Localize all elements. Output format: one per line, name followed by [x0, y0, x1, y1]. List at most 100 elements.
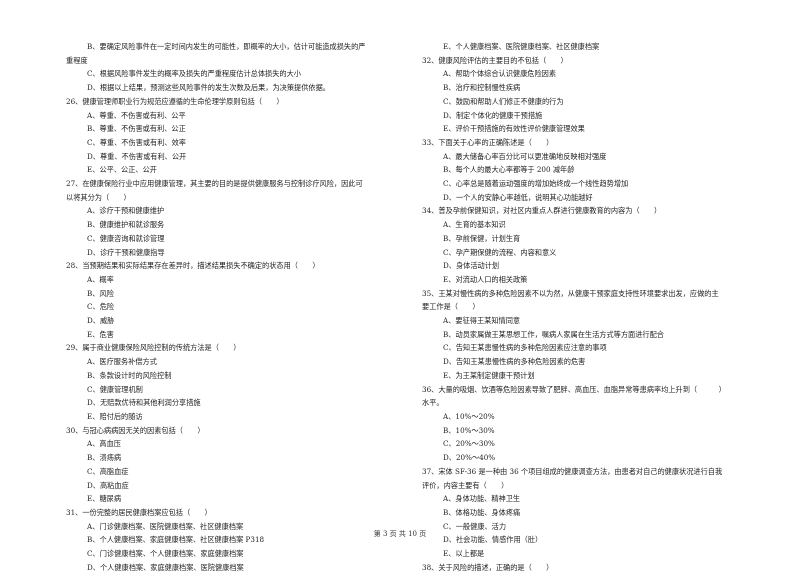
question-text-wrap: 以将其分为（ ）	[66, 192, 131, 202]
option-text: 身体功能、精神卫生	[455, 494, 521, 504]
option-text: 尊重、不伤害或有利、公平	[99, 110, 186, 120]
question-text: 属于商业健康保险风险控制的传统方法是（ ）	[82, 343, 241, 353]
option-item: E、对流动人口的相关政策	[422, 273, 760, 287]
question-block: 30、与冠心病病因无关的因素包括（ ） A、高血压 B、溃疡病 C、高脂血症 D、高粘血…	[66, 424, 384, 506]
option-text: 以上都是	[455, 549, 485, 559]
question-text-wrap: 评价，内容主要有（ ）	[422, 480, 509, 490]
option-item: C、健康咨询和就诊管理	[66, 232, 384, 246]
option-separator: 、	[92, 453, 100, 463]
option-text: 高血压	[99, 439, 121, 449]
question-number: 34	[422, 206, 432, 216]
option-text: 风险	[99, 288, 114, 298]
option-text: 尊重、不伤害或有利、公开	[99, 151, 187, 161]
option-item: B、风险	[66, 287, 384, 301]
question-text: 在健康保险行业中应用健康管理，其主要的目的是提供健康服务与控制诊疗风险，因此可	[82, 179, 363, 189]
question-text: 健康管理师职业行为规范应遵循的生命伦理学原则包括（ ）	[82, 96, 284, 106]
page-footer: 第 3 页 共 10 页	[0, 529, 800, 539]
option-separator: 、	[448, 96, 456, 106]
option-separator: 、	[448, 192, 456, 202]
option-item: D、根据以上结果，预测这些风险事件的发生次数及后果，为决策提供依据。	[66, 81, 384, 95]
question-text: 关于风险的描述，正确的是（ ）	[438, 562, 554, 572]
option-text: 每个人的最大心率都等于 200 减年龄	[455, 165, 575, 175]
option-text: 无赔款优待和其他利润分享措施	[99, 398, 201, 408]
option-separator: 、	[448, 507, 456, 517]
left-column: B、要确定风险事件在一定时间内发生的可能性，即概率的大小，估计可能造成损失的严重…	[66, 40, 384, 574]
option-separator: 、	[448, 329, 456, 339]
right-column: E、个人健康档案、医院健康档案、社区健康档案 32、健康风险评估的主要目的不包括（…	[422, 40, 760, 574]
question-number: 29	[66, 343, 76, 353]
option-item: C、告知王某患慢性病的多种危险因素应注意的事项	[422, 341, 760, 355]
option-item: D、告知王某患慢性病的多种危险因素的危害	[422, 355, 760, 369]
option-text: 根据风险事件发生的概率及损失的严重程度估计总体损失的大小	[99, 69, 301, 79]
question-number: 31	[66, 507, 76, 517]
option-separator: 、	[92, 42, 100, 51]
option-text: 个人健康档案、家庭健康档案、医院健康档案	[99, 562, 244, 572]
option-item: D、威胁	[66, 314, 384, 328]
option-item: C、尊重、不伤害或有利、效率	[66, 136, 384, 150]
option-item: A、最大储备心率百分比可以更准确地反映相对强度	[422, 150, 760, 164]
option-separator: 、	[448, 425, 456, 435]
question-stem: 28、当预期结果和实际结果存在差异时，描述结果损失不确定的状态用（ ）	[66, 259, 384, 273]
option-separator: 、	[92, 233, 100, 243]
option-item: C、鼓励和帮助人们修正不健康的行为	[422, 95, 760, 109]
question-number: 32	[422, 55, 432, 65]
question-block: 27 、 在健康保险行业中应用健康管理，其主要的目的是提供健康服务与控制诊疗风险，因…	[66, 177, 384, 259]
option-text: 制定个体化的健康干预措施	[455, 110, 543, 120]
question-number: 30	[66, 425, 76, 435]
question-block: 31、一份完整的居民健康档案应包括（ ） A、门诊健康档案、医院健康档案、社区健康…	[66, 506, 384, 574]
option-text: 个人健康档案、医院健康档案、社区健康档案	[455, 42, 600, 51]
question-stem: 33、下面关于心率的正确陈述是（ ）	[422, 136, 760, 150]
option-item: C、危险	[66, 300, 384, 314]
option-item: B、孕前保健，计划生育	[422, 232, 760, 246]
option-text: 对流动人口的相关政策	[455, 274, 528, 284]
option-item: E、公平、公正、公开	[66, 163, 384, 177]
option-item: E、危害	[66, 328, 384, 342]
option-text: 评价干预措施的有效性评价健康管理效果	[455, 124, 585, 134]
option-separator: 、	[92, 288, 100, 298]
option-text: 心率总是随着运动强度的增加始终成一个线性趋势增加	[455, 179, 629, 189]
option-text: 体格功能、身体疼痛	[455, 507, 521, 517]
option-separator: 、	[448, 357, 456, 367]
option-item: B、要确定风险事件在一定时间内发生的可能性，即概率的大小，估计可能造成损失的严	[66, 40, 384, 54]
option-text: 10%～30%	[455, 425, 495, 435]
option-text: 生育的基本知识	[455, 220, 506, 230]
option-text: 动员家属做王某思想工作，嘱病人家属在生活方式等方面进行配合	[455, 329, 664, 339]
question-block: 35 、 王某对慢性病的多种危险因素不以为然，从健康干预家庭支持性环境要求出发，应做…	[422, 287, 760, 383]
option-separator: 、	[92, 302, 100, 312]
question-block: 33、下面关于心率的正确陈述是（ ） A、最大储备心率百分比可以更准确地反映相对强…	[422, 136, 760, 205]
option-separator: 、	[448, 83, 456, 93]
page-indicator: 第 3 页 共 10 页	[373, 530, 427, 538]
option-separator: 、	[448, 233, 456, 243]
question-number: 26	[66, 96, 76, 106]
option-text: 糖尿病	[99, 494, 122, 504]
question-text: 当预期结果和实际结果存在差异时，描述结果损失不确定的状态用（ ）	[82, 261, 320, 271]
option-text: 概率	[99, 274, 114, 284]
option-item: B、动员家属做王某思想工作，嘱病人家属在生活方式等方面进行配合	[422, 328, 760, 342]
option-separator: 、	[92, 316, 100, 326]
option-text: 诊疗干预和健康维护	[99, 206, 165, 216]
question-block: 28、当预期结果和实际结果存在差异时，描述结果损失不确定的状态用（ ） A、概率 B…	[66, 259, 384, 341]
option-text: 告知王某患慢性病的多种危险因素应注意的事项	[455, 343, 607, 353]
option-text: 高粘血症	[99, 480, 129, 490]
question-number: 38	[422, 562, 432, 572]
option-text: 帮助个体综合认识健康危险因素	[455, 69, 557, 79]
option-separator: 、	[92, 69, 100, 79]
option-item: B、治疗和控制慢性疾病	[422, 81, 760, 95]
option-item: A、帮助个体综合认识健康危险因素	[422, 67, 760, 81]
option-item: D、无赔款优待和其他利润分享措施	[66, 396, 384, 410]
question-stem: 31、一份完整的居民健康档案应包括（ ）	[66, 506, 384, 520]
question-text: 大量的吸烟、饮酒等危险因素导致了肥胖、高血压、血脂异常等患病率均上升到（ ）	[438, 384, 726, 394]
option-separator: 、	[92, 398, 100, 408]
option-separator: 、	[448, 343, 456, 353]
option-text: 根据以上结果，预测这些风险事件的发生次数及后果，为决策提供依据。	[99, 83, 330, 93]
option-item: D、个人健康档案、家庭健康档案、医院健康档案	[66, 561, 384, 574]
question-block: 34、普及孕前保健知识，对社区内重点人群进行健康教育的内容为（ ） A、生育的基本…	[422, 204, 760, 286]
option-text: 健康管理机制	[99, 384, 143, 394]
option-item: A、10%～20%	[422, 410, 760, 424]
question-number: 27	[66, 179, 76, 189]
option-separator: 、	[92, 220, 100, 230]
option-text: 鼓励和帮助人们修正不健康的行为	[455, 96, 564, 106]
option-text: 高脂血症	[99, 466, 129, 476]
option-separator: 、	[92, 466, 100, 476]
question-stem: 29、属于商业健康保险风险控制的传统方法是（ ）	[66, 341, 384, 355]
